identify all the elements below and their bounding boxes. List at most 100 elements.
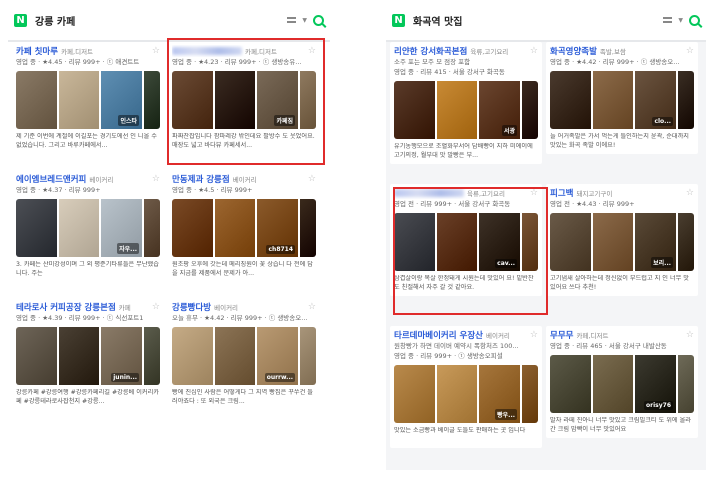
right-header: N 화곡역 맛집 ▼ (386, 0, 706, 42)
bookmark-star-icon[interactable]: ☆ (152, 46, 160, 56)
search-icon[interactable] (313, 14, 324, 26)
photo-credit: 인스타 (118, 115, 140, 126)
place-photo[interactable] (144, 71, 160, 129)
place-category: 카페,디저트 (576, 332, 609, 340)
place-photo[interactable] (16, 327, 57, 385)
view-toggle-icon[interactable] (287, 17, 297, 23)
place-photo[interactable] (550, 71, 591, 129)
chevron-down-icon[interactable]: ▼ (302, 17, 307, 24)
place-card[interactable]: 리얀한 강서화곡본점 육류,고기요리 ☆ 소주 포는 모주 모 점장 포함 영업 중 ·… (390, 42, 542, 164)
place-name[interactable]: 테라로사 커피공장 강릉본점 (16, 301, 116, 313)
place-photo[interactable]: 서광 (479, 81, 521, 139)
place-photo[interactable] (58, 199, 100, 257)
place-card[interactable]: 피그백 돼지고기구이 ☆ 영업 전 · ★4.43 · 리뷰 999+ 보리... 고기냄… (546, 184, 698, 296)
place-photo[interactable] (144, 327, 160, 385)
place-photo[interactable] (214, 199, 256, 257)
place-photo[interactable] (172, 199, 213, 257)
place-card[interactable]: 만동제과 강릉점 베이커리 ☆ 영업 중 · ★4.5 · 리뷰 999+ ch8714… (168, 170, 320, 282)
place-card[interactable]: 카페 칫마루 카페,디저트 ☆ 영업 중 · ★4.45 · 리뷰 999+ · ⓣ … (12, 42, 164, 154)
place-photo[interactable] (678, 355, 694, 413)
place-photo[interactable]: 보리... (635, 213, 677, 271)
place-meta: 원창빵가 하면 데이버 예약시 폭항처즈 100... (394, 342, 519, 350)
place-card[interactable]: 타르데마베이커리 우장산 베이커리 ☆ 원창빵가 하면 데이버 예약시 폭항처즈 10… (390, 326, 542, 448)
place-card[interactable]: 강릉빵다방 베이커리 ☆ 오늘 휴무 · ★4.42 · 리뷰 999+ · ⓣ 생방… (168, 298, 320, 410)
place-name[interactable]: 피그백 (550, 187, 573, 199)
review-snippet: 원조팡 오후에 갓는데 메리칭원이 꽃 상습니 다 전에 답을 지금를 제품에서… (172, 261, 313, 277)
bookmark-star-icon[interactable]: ☆ (152, 302, 160, 312)
place-photo[interactable]: clo... (635, 71, 677, 129)
place-meta: 영업 중 · ★4.42 · 리뷰 999+ · ⓣ 생방송오... (550, 58, 680, 66)
place-photo[interactable] (300, 199, 316, 257)
highlight-box-right (393, 187, 548, 315)
place-photo[interactable] (394, 365, 435, 423)
place-photo[interactable] (300, 327, 316, 385)
naver-logo-icon: N (14, 13, 27, 27)
view-toggle-icon[interactable] (663, 17, 673, 23)
place-card[interactable]: 에이엠브레드앤커피 베이커리 ☆ 영업 중 · ★4.37 · 리뷰 999+ 자우..… (12, 170, 164, 282)
place-photo[interactable] (214, 327, 256, 385)
naver-logo-icon: N (392, 13, 405, 27)
place-photo[interactable]: 자우... (101, 199, 143, 257)
place-card[interactable]: 무무무 카페,디저트 ☆ 영업 중 · 리뷰 465 · 서울 강서구 내발산동 ori… (546, 326, 698, 438)
photo-strip: 서광 (394, 81, 538, 139)
place-name[interactable]: 타르데마베이커리 우장산 (394, 329, 483, 341)
place-name[interactable]: 무무무 (550, 329, 573, 341)
place-photo[interactable] (436, 81, 478, 139)
photo-strip: orisy76 (550, 355, 694, 413)
place-photo[interactable] (394, 81, 435, 139)
bookmark-star-icon[interactable]: ☆ (308, 302, 316, 312)
place-photo[interactable] (592, 71, 634, 129)
bookmark-star-icon[interactable]: ☆ (530, 46, 538, 56)
bookmark-star-icon[interactable]: ☆ (530, 330, 538, 340)
place-name[interactable]: 강릉빵다방 (172, 301, 211, 313)
bookmark-star-icon[interactable]: ☆ (686, 330, 694, 340)
photo-strip: clo... (550, 71, 694, 129)
review-snippet: 늘 어거족발은 가서 먹는게 틀인하는지 윤곽, 순대까지 맛있는 화곡 족발 … (550, 133, 690, 149)
place-name[interactable]: 에이엠브레드앤커피 (16, 173, 86, 185)
review-snippet: 유기농행모으로 조혈화부서어 담배빵이 지하 미에이에 고기의정, 월부대 맛 … (394, 143, 533, 159)
place-category: 카페 (118, 304, 131, 312)
place-name[interactable]: 화곡영양족발 (550, 45, 597, 57)
place-photo[interactable] (16, 71, 57, 129)
place-meta: 영업 중 · ★4.37 · 리뷰 999+ (16, 186, 101, 194)
place-photo[interactable] (678, 71, 694, 129)
place-name[interactable]: 카페 칫마루 (16, 45, 58, 57)
place-photo[interactable] (522, 365, 538, 423)
place-photo[interactable] (592, 355, 634, 413)
chevron-down-icon[interactable]: ▼ (678, 17, 683, 24)
place-photo[interactable] (592, 213, 634, 271)
right-title: 화곡역 맛집 (413, 16, 463, 28)
photo-strip: 빵우... (394, 365, 538, 423)
place-photo[interactable]: orisy76 (635, 355, 677, 413)
place-photo[interactable]: junin... (101, 327, 143, 385)
place-photo[interactable]: ourrw... (257, 327, 299, 385)
bookmark-star-icon[interactable]: ☆ (152, 174, 160, 184)
place-card[interactable]: 테라로사 커피공장 강릉본점 카페 ☆ 영업 중 · ★4.39 · 리뷰 999+ … (12, 298, 164, 410)
photo-strip: ourrw... (172, 327, 316, 385)
place-category: 육류,고기요리 (470, 48, 509, 56)
place-photo[interactable] (522, 81, 538, 139)
bookmark-star-icon[interactable]: ☆ (686, 188, 694, 198)
place-photo[interactable] (16, 199, 57, 257)
place-photo[interactable] (550, 355, 591, 413)
review-snippet: 3. 카페는 산미강성이며 그 외 평준기타류들은 무난했습니다. 주는 (16, 261, 159, 277)
place-photo[interactable]: ch8714 (257, 199, 299, 257)
place-photo[interactable] (678, 213, 694, 271)
left-header: N 강릉 카페 ▼ (8, 0, 330, 42)
place-photo[interactable] (550, 213, 591, 271)
review-snippet: 강릉카페 #강릉여행 #강릉카페리길 #강릉베 이커리카페 #강릉테라로사잡천지… (16, 389, 159, 405)
place-photo[interactable] (172, 327, 213, 385)
place-photo[interactable] (58, 327, 100, 385)
place-card[interactable]: 화곡영양족발 족발,보쌈 ☆ 영업 중 · ★4.42 · 리뷰 999+ · ⓣ 생… (546, 42, 698, 154)
place-photo[interactable] (144, 199, 160, 257)
place-photo[interactable] (58, 71, 100, 129)
place-category: 돼지고기구이 (576, 190, 613, 198)
search-icon[interactable] (689, 14, 700, 26)
bookmark-star-icon[interactable]: ☆ (308, 174, 316, 184)
place-photo[interactable]: 인스타 (101, 71, 143, 129)
place-photo[interactable]: 빵우... (479, 365, 521, 423)
place-photo[interactable] (436, 365, 478, 423)
place-name[interactable]: 리얀한 강서화곡본점 (394, 45, 467, 57)
place-name[interactable]: 만동제과 강릉점 (172, 173, 230, 185)
bookmark-star-icon[interactable]: ☆ (686, 46, 694, 56)
